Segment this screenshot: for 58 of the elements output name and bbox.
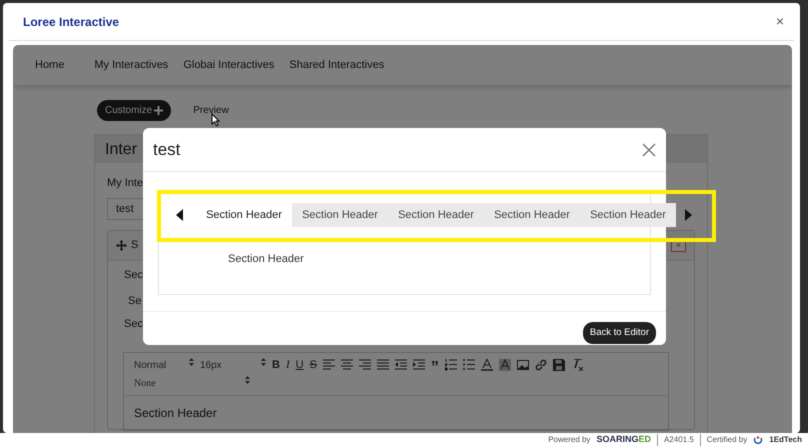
indent-button[interactable] — [412, 359, 425, 372]
italic-button[interactable]: I — [286, 357, 290, 374]
align-center-button[interactable] — [340, 359, 353, 372]
section-title: S — [131, 238, 138, 253]
card-title: Inter — [105, 141, 138, 158]
underline-button[interactable]: U — [296, 357, 304, 374]
tab[interactable]: Section Header — [388, 203, 484, 227]
dropdown-select[interactable]: Normal — [134, 358, 194, 373]
link-button[interactable] — [534, 359, 547, 372]
tab[interactable]: Section Header — [484, 203, 580, 227]
editor-text: Section Header — [134, 406, 217, 420]
dialog-title: test — [153, 138, 180, 161]
certified-by-text: Certified by — [700, 434, 748, 446]
text-color-button[interactable] — [480, 359, 493, 372]
nav-link-item[interactable]: Globai Interactives — [183, 56, 274, 74]
powered-by-text: Powered by — [548, 434, 590, 446]
move-icon[interactable] — [116, 240, 127, 250]
close-icon[interactable] — [642, 142, 656, 156]
certification-logo-icon — [753, 434, 764, 444]
nav-link-item[interactable]: Home — [35, 56, 64, 74]
numbered-list-button[interactable] — [444, 359, 457, 372]
section-text: Se — [128, 295, 142, 307]
tab[interactable]: Section Header — [196, 203, 292, 227]
image-button[interactable] — [516, 359, 529, 372]
nav-link-item[interactable]: Shared Interactives — [289, 56, 384, 74]
highlight-button[interactable] — [498, 359, 511, 372]
brand-logo: SOARINGED — [596, 432, 651, 446]
save-button[interactable] — [552, 359, 565, 372]
previous-arrow[interactable] — [176, 209, 184, 221]
outdent-button[interactable] — [394, 359, 407, 372]
plus-icon — [154, 106, 164, 115]
certifier-name: 1EdTech — [769, 434, 802, 446]
customize-button[interactable]: Customize — [97, 100, 172, 121]
section-text: Sec — [124, 268, 143, 280]
font-select[interactable]: None — [134, 376, 250, 390]
preview-link[interactable]: Preview — [193, 103, 229, 118]
caret-icon — [189, 358, 194, 366]
align-left-button[interactable] — [322, 359, 335, 372]
caret-icon — [245, 376, 250, 384]
nav-link-item[interactable]: My Interactives — [94, 56, 168, 74]
close-button[interactable]: × — [776, 11, 784, 32]
back-to-editor-button[interactable]: Back to Editor — [582, 322, 656, 344]
strikethrough-button[interactable]: S — [310, 357, 317, 374]
bullet-list-button[interactable] — [462, 359, 475, 372]
version-text: A2401.5 — [656, 434, 694, 446]
blockquote-button[interactable]: ” — [430, 358, 439, 373]
justify-button[interactable] — [376, 359, 389, 372]
tab[interactable]: Section Header — [580, 203, 676, 227]
tab-content-text: Section Header — [228, 253, 304, 265]
next-arrow[interactable] — [684, 209, 692, 221]
caret-icon — [261, 358, 266, 366]
bold-button[interactable]: B — [272, 357, 280, 374]
align-right-button[interactable] — [358, 359, 371, 372]
tab[interactable]: Section Header — [292, 203, 388, 227]
section-text: Sec — [124, 318, 143, 330]
dropdown-select[interactable]: 16px — [200, 358, 266, 373]
window-title: Loree Interactive — [23, 14, 120, 30]
name-label: My Inte — [107, 177, 144, 189]
